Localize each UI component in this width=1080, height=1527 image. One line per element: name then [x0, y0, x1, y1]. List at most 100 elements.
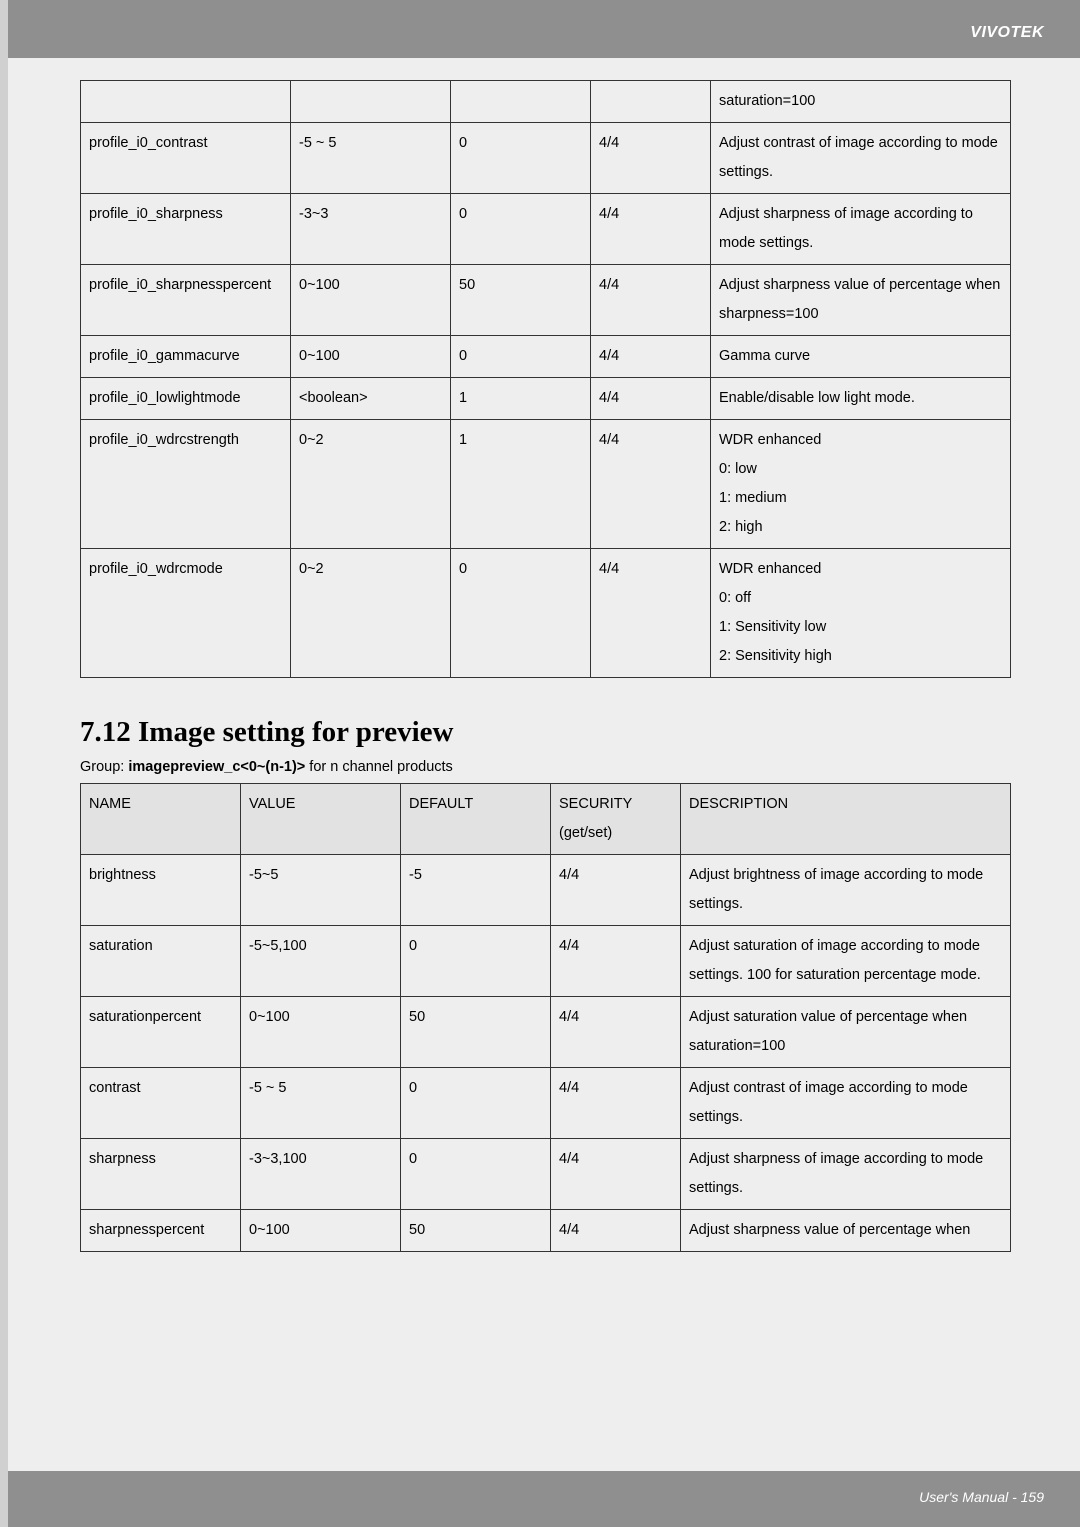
cell-value: 0~100 [241, 1210, 401, 1252]
cell-security: 4/4 [551, 926, 681, 997]
cell-name [81, 81, 291, 123]
footer-text: User's Manual - 159 [919, 1489, 1044, 1505]
table-row: profile_i0_sharpness-3~304/4Adjust sharp… [81, 194, 1011, 265]
cell-default: 1 [451, 420, 591, 549]
cell-security: 4/4 [551, 997, 681, 1068]
table-row: profile_i0_wdrcstrength0~214/4WDR enhanc… [81, 420, 1011, 549]
table-row: saturation=100 [81, 81, 1011, 123]
cell-security: 4/4 [551, 1068, 681, 1139]
cell-name: profile_i0_contrast [81, 123, 291, 194]
cell-description: Adjust contrast of image according to mo… [711, 123, 1011, 194]
cell-name: sharpness [81, 1139, 241, 1210]
left-stripe [0, 0, 8, 1527]
cell-security: 4/4 [591, 123, 711, 194]
table-row: profile_i0_contrast-5 ~ 504/4Adjust cont… [81, 123, 1011, 194]
content-area: saturation=100profile_i0_contrast-5 ~ 50… [80, 80, 1010, 1252]
cell-name: contrast [81, 1068, 241, 1139]
cell-description: Adjust saturation of image according to … [681, 926, 1011, 997]
cell-security: 4/4 [591, 549, 711, 678]
table-row: saturation-5~5,10004/4Adjust saturation … [81, 926, 1011, 997]
brand-label: VIVOTEK [970, 24, 1044, 42]
cell-value: <boolean> [291, 378, 451, 420]
group-prefix: Group: [80, 759, 128, 775]
cell-description: Enable/disable low light mode. [711, 378, 1011, 420]
table-header-row: NAME VALUE DEFAULT SECURITY (get/set) DE… [81, 784, 1011, 855]
table-row: profile_i0_lowlightmode<boolean>14/4Enab… [81, 378, 1011, 420]
cell-default: 0 [401, 1139, 551, 1210]
cell-default: 0 [451, 123, 591, 194]
col-default: DEFAULT [401, 784, 551, 855]
cell-description: Adjust sharpness value of percentage whe… [711, 265, 1011, 336]
cell-default: 0 [401, 1068, 551, 1139]
cell-description: saturation=100 [711, 81, 1011, 123]
table-row: saturationpercent0~100504/4Adjust satura… [81, 997, 1011, 1068]
cell-name: sharpnesspercent [81, 1210, 241, 1252]
cell-description: Adjust sharpness value of percentage whe… [681, 1210, 1011, 1252]
cell-default: 0 [451, 549, 591, 678]
cell-default: 50 [451, 265, 591, 336]
cell-value: 0~2 [291, 549, 451, 678]
table-row: profile_i0_sharpnesspercent0~100504/4Adj… [81, 265, 1011, 336]
cell-description: Adjust saturation value of percentage wh… [681, 997, 1011, 1068]
cell-security [591, 81, 711, 123]
cell-description: Gamma curve [711, 336, 1011, 378]
cell-security: 4/4 [591, 194, 711, 265]
cell-name: profile_i0_lowlightmode [81, 378, 291, 420]
cell-security: 4/4 [591, 336, 711, 378]
cell-value: -3~3,100 [241, 1139, 401, 1210]
cell-default [451, 81, 591, 123]
col-value: VALUE [241, 784, 401, 855]
cell-name: profile_i0_sharpness [81, 194, 291, 265]
cell-value: 0~100 [291, 336, 451, 378]
cell-description: Adjust brightness of image according to … [681, 855, 1011, 926]
imagepreview-table: NAME VALUE DEFAULT SECURITY (get/set) DE… [80, 783, 1011, 1252]
cell-value: -5~5,100 [241, 926, 401, 997]
section-heading: 7.12 Image setting for preview [80, 716, 1010, 749]
cell-security: 4/4 [551, 855, 681, 926]
table-row: profile_i0_wdrcmode0~204/4WDR enhanced0:… [81, 549, 1011, 678]
cell-description: WDR enhanced0: low1: medium2: high [711, 420, 1011, 549]
cell-value: 0~100 [241, 997, 401, 1068]
cell-value: -5 ~ 5 [291, 123, 451, 194]
cell-default: 0 [451, 194, 591, 265]
col-name: NAME [81, 784, 241, 855]
cell-name: saturation [81, 926, 241, 997]
cell-name: profile_i0_wdrcmode [81, 549, 291, 678]
cell-security: 4/4 [591, 265, 711, 336]
cell-value: -5~5 [241, 855, 401, 926]
cell-security: 4/4 [591, 420, 711, 549]
cell-value: -5 ~ 5 [241, 1068, 401, 1139]
table-row: contrast-5 ~ 504/4Adjust contrast of ima… [81, 1068, 1011, 1139]
cell-value: -3~3 [291, 194, 451, 265]
group-name: imagepreview_c<0~(n-1)> [128, 759, 305, 775]
cell-default: 0 [451, 336, 591, 378]
cell-default: -5 [401, 855, 551, 926]
cell-default: 50 [401, 997, 551, 1068]
cell-name: profile_i0_sharpnesspercent [81, 265, 291, 336]
group-suffix: for n channel products [305, 759, 453, 775]
cell-default: 0 [401, 926, 551, 997]
cell-value: 0~2 [291, 420, 451, 549]
table-row: sharpness-3~3,10004/4Adjust sharpness of… [81, 1139, 1011, 1210]
cell-security: 4/4 [591, 378, 711, 420]
cell-name: brightness [81, 855, 241, 926]
cell-value [291, 81, 451, 123]
col-security: SECURITY (get/set) [551, 784, 681, 855]
table-row: profile_i0_gammacurve0~10004/4Gamma curv… [81, 336, 1011, 378]
cell-description: Adjust sharpness of image according to m… [711, 194, 1011, 265]
cell-name: saturationpercent [81, 997, 241, 1068]
cell-name: profile_i0_gammacurve [81, 336, 291, 378]
cell-value: 0~100 [291, 265, 451, 336]
cell-description: Adjust contrast of image according to mo… [681, 1068, 1011, 1139]
cell-default: 50 [401, 1210, 551, 1252]
cell-security: 4/4 [551, 1139, 681, 1210]
group-line: Group: imagepreview_c<0~(n-1)> for n cha… [80, 759, 1010, 775]
cell-description: Adjust sharpness of image according to m… [681, 1139, 1011, 1210]
parameters-table-continued: saturation=100profile_i0_contrast-5 ~ 50… [80, 80, 1011, 678]
table-row: sharpnesspercent0~100504/4Adjust sharpne… [81, 1210, 1011, 1252]
cell-description: WDR enhanced0: off1: Sensitivity low2: S… [711, 549, 1011, 678]
col-description: DESCRIPTION [681, 784, 1011, 855]
cell-default: 1 [451, 378, 591, 420]
table-row: brightness-5~5-54/4Adjust brightness of … [81, 855, 1011, 926]
cell-security: 4/4 [551, 1210, 681, 1252]
